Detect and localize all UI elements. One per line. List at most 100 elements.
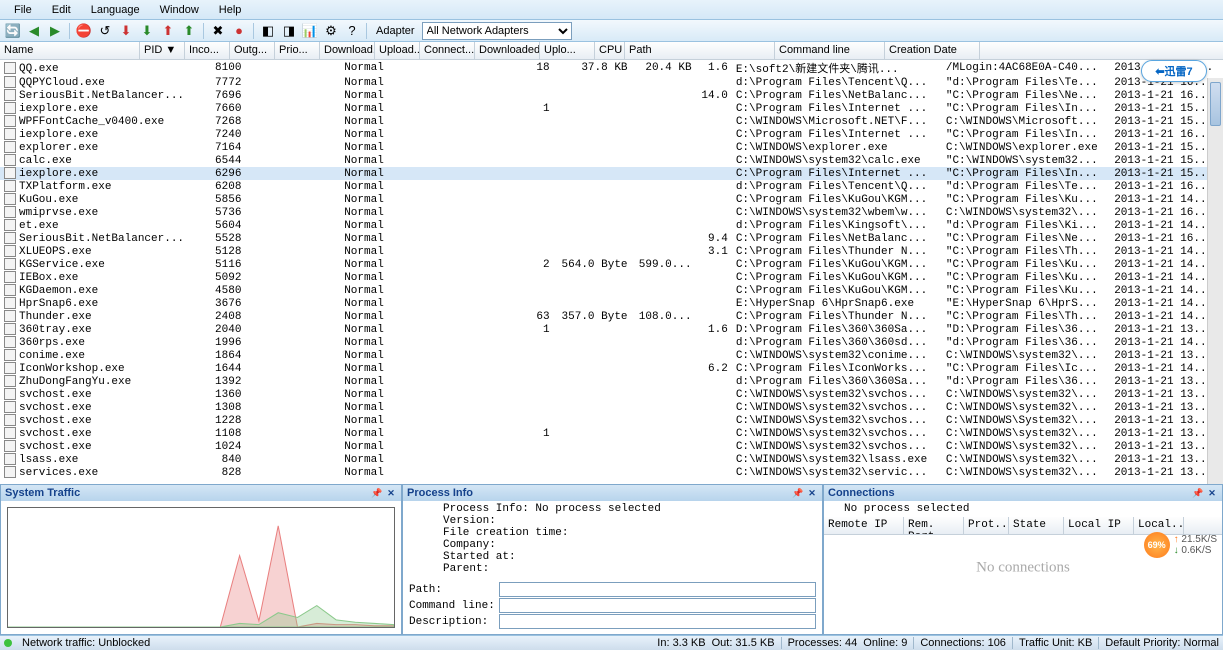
table-row[interactable]: XLUEOPS.exe5128Normal3.1C:\Program Files… (0, 245, 1223, 258)
col-9[interactable]: Uplo... (540, 42, 595, 59)
table-row[interactable]: TXPlatform.exe6208Normald:\Program Files… (0, 180, 1223, 193)
menu-edit[interactable]: Edit (44, 2, 79, 18)
col-6[interactable]: Upload... (375, 42, 420, 59)
col-3[interactable]: Outg... (230, 42, 275, 59)
down-red-icon[interactable]: ⬇ (117, 22, 135, 40)
col-5[interactable]: Download... (320, 42, 375, 59)
status-bar: Network traffic: Unblocked In: 3.3 KB Ou… (0, 635, 1223, 650)
block-icon[interactable]: ⛔ (75, 22, 93, 40)
table-row[interactable]: SeriousBit.NetBalancer...5528Normal9.4C:… (0, 232, 1223, 245)
table-row[interactable]: iexplore.exe6296NormalC:\Program Files\I… (0, 167, 1223, 180)
close-icon[interactable]: ✕ (385, 487, 397, 499)
close-icon[interactable]: ✕ (1206, 487, 1218, 499)
table-row[interactable]: HprSnap6.exe3676NormalE:\HyperSnap 6\Hpr… (0, 297, 1223, 310)
conns-col[interactable]: Prot... (964, 517, 1009, 534)
prev-icon[interactable]: ◀ (25, 22, 43, 40)
table-row[interactable]: 360tray.exe2040Normal11.6D:\Program File… (0, 323, 1223, 336)
process-icon (4, 284, 16, 296)
conns-col[interactable]: Remote IP (824, 517, 904, 534)
col-2[interactable]: Inco... (185, 42, 230, 59)
table-row[interactable]: 360rps.exe1996Normald:\Program Files\360… (0, 336, 1223, 349)
conns-col[interactable]: State (1009, 517, 1064, 534)
adapter-select[interactable]: All Network Adapters (422, 22, 572, 40)
conns-col[interactable]: Local IP (1064, 517, 1134, 534)
table-row[interactable]: calc.exe6544NormalC:\WINDOWS\system32\ca… (0, 154, 1223, 167)
stop-icon[interactable]: ✖ (209, 22, 227, 40)
table-row[interactable]: iexplore.exe7240NormalC:\Program Files\I… (0, 128, 1223, 141)
status-in: In: 3.3 KB (657, 637, 705, 649)
table-row[interactable]: et.exe5604Normald:\Program Files\Kingsof… (0, 219, 1223, 232)
table-row[interactable]: QQ.exe8100Normal1837.8 KB20.4 KB1.6E:\so… (0, 60, 1223, 76)
process-icon (4, 466, 16, 478)
col-12[interactable]: Command line (775, 42, 885, 59)
table-row[interactable]: KGService.exe5116Normal2564.0 Byte599.0.… (0, 258, 1223, 271)
refresh-icon[interactable]: 🔄 (4, 22, 22, 40)
process-icon (4, 258, 16, 270)
table-row[interactable]: svchost.exe1108Normal1C:\WINDOWS\system3… (0, 427, 1223, 440)
desc-input[interactable] (499, 614, 816, 629)
process-icon (4, 388, 16, 400)
table-row[interactable]: svchost.exe1228NormalC:\WINDOWS\System32… (0, 414, 1223, 427)
toggle2-icon[interactable]: ◨ (280, 22, 298, 40)
panel-title-traffic: System Traffic (5, 487, 80, 499)
reset-icon[interactable]: ↺ (96, 22, 114, 40)
col-10[interactable]: CPU (595, 42, 625, 59)
path-input[interactable] (499, 582, 816, 597)
pin-icon[interactable]: 📌 (792, 487, 804, 499)
down-green-icon[interactable]: ⬇ (138, 22, 156, 40)
status-online: Online: 9 (863, 637, 907, 649)
table-row[interactable]: svchost.exe1308NormalC:\WINDOWS\system32… (0, 401, 1223, 414)
table-row[interactable]: services.exe828NormalC:\WINDOWS\system32… (0, 466, 1223, 479)
table-row[interactable]: lsass.exe840NormalC:\WINDOWS\system32\ls… (0, 453, 1223, 466)
next-icon[interactable]: ▶ (46, 22, 64, 40)
table-row[interactable]: WPFFontCache_v0400.exe7268NormalC:\WINDO… (0, 115, 1223, 128)
conns-col[interactable]: Rem. Port (904, 517, 964, 534)
settings-icon[interactable]: ⚙ (322, 22, 340, 40)
col-1[interactable]: PID ▼ (140, 42, 185, 59)
col-13[interactable]: Creation Date (885, 42, 980, 59)
help-icon[interactable]: ? (343, 22, 361, 40)
scroll-thumb[interactable] (1210, 82, 1221, 126)
table-row[interactable]: IconWorkshop.exe1644Normal6.2C:\Program … (0, 362, 1223, 375)
col-8[interactable]: Downloaded (475, 42, 540, 59)
menu-file[interactable]: File (6, 2, 40, 18)
col-11[interactable]: Path (625, 42, 775, 59)
status-unit: Traffic Unit: KB (1019, 637, 1092, 649)
process-icon (4, 219, 16, 231)
table-row[interactable]: wmiprvse.exe5736NormalC:\WINDOWS\system3… (0, 206, 1223, 219)
up-green-icon[interactable]: ⬆ (180, 22, 198, 40)
speed-overlay[interactable]: 69% 21.5K/S 0.6K/S (1144, 532, 1217, 558)
col-4[interactable]: Prio... (275, 42, 320, 59)
table-row[interactable]: QQPYCloud.exe7772Normald:\Program Files\… (0, 76, 1223, 89)
table-row[interactable]: conime.exe1864NormalC:\WINDOWS\system32\… (0, 349, 1223, 362)
chart-icon[interactable]: 📊 (301, 22, 319, 40)
table-row[interactable]: IEBox.exe5092NormalC:\Program Files\KuGo… (0, 271, 1223, 284)
menu-window[interactable]: Window (152, 2, 207, 18)
table-row[interactable]: svchost.exe1360NormalC:\WINDOWS\system32… (0, 388, 1223, 401)
table-row[interactable]: KuGou.exe5856NormalC:\Program Files\KuGo… (0, 193, 1223, 206)
table-row[interactable]: iexplore.exe7660Normal1C:\Program Files\… (0, 102, 1223, 115)
menu-language[interactable]: Language (83, 2, 148, 18)
process-icon (4, 271, 16, 283)
table-row[interactable]: Thunder.exe2408Normal63357.0 Byte108.0..… (0, 310, 1223, 323)
record-icon[interactable]: ● (230, 22, 248, 40)
table-row[interactable]: ZhuDongFangYu.exe1392Normald:\Program Fi… (0, 375, 1223, 388)
col-0[interactable]: Name (0, 42, 140, 59)
table-row[interactable]: SeriousBit.NetBalancer...7696Normal14.0C… (0, 89, 1223, 102)
pin-icon[interactable]: 📌 (1192, 487, 1204, 499)
table-row[interactable]: svchost.exe1024NormalC:\WINDOWS\system32… (0, 440, 1223, 453)
table-row[interactable]: KGDaemon.exe4580NormalC:\Program Files\K… (0, 284, 1223, 297)
up-red-icon[interactable]: ⬆ (159, 22, 177, 40)
cmd-input[interactable] (499, 598, 816, 613)
pin-icon[interactable]: 📌 (371, 487, 383, 499)
thunder-badge[interactable]: ⬅迅雷7 (1141, 60, 1207, 82)
path-label: Path: (409, 584, 499, 596)
col-7[interactable]: Connect... (420, 42, 475, 59)
process-list-body[interactable]: QQ.exe8100Normal1837.8 KB20.4 KB1.6E:\so… (0, 60, 1223, 484)
menu-help[interactable]: Help (211, 2, 250, 18)
close-icon[interactable]: ✕ (806, 487, 818, 499)
vertical-scrollbar[interactable] (1207, 78, 1223, 484)
toggle1-icon[interactable]: ◧ (259, 22, 277, 40)
table-row[interactable]: explorer.exe7164NormalC:\WINDOWS\explore… (0, 141, 1223, 154)
column-header-row: NamePID ▼Inco...Outg...Prio...Download..… (0, 42, 1223, 60)
